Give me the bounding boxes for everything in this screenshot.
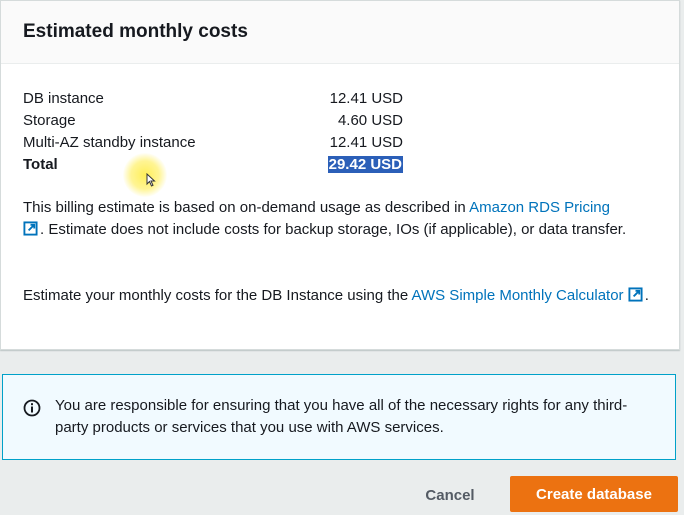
billing-estimate-note: This billing estimate is based on on-dem… [23, 197, 653, 241]
cost-row: Multi-AZ standby instance 12.41 USD [23, 131, 403, 153]
panel-title: Estimated monthly costs [23, 21, 248, 42]
billing-text-before: This billing estimate is based on on-dem… [23, 199, 470, 216]
cost-label-db-instance: DB instance [23, 89, 104, 107]
panel-header: Estimated monthly costs [1, 1, 679, 64]
cost-breakdown-table: DB instance 12.41 USD Storage 4.60 USD M… [23, 87, 403, 175]
cost-value-db-instance: 12.41 USD [329, 89, 403, 107]
total-value-selected[interactable]: 29.42 USD [327, 155, 403, 173]
cost-row: Storage 4.60 USD [23, 109, 403, 131]
total-row: Total 29.42 USD [23, 153, 403, 175]
cursor-highlight [123, 153, 167, 197]
cancel-button[interactable]: Cancel [410, 478, 490, 512]
calculator-text-after: . [644, 287, 649, 304]
billing-text-after: . Estimate does not include costs for ba… [40, 221, 627, 238]
amazon-rds-pricing-link[interactable]: Amazon RDS Pricing [469, 199, 610, 216]
cost-label-multi-az: Multi-AZ standby instance [23, 133, 196, 151]
calculator-note: Estimate your monthly costs for the DB I… [23, 285, 653, 307]
calculator-text-before: Estimate your monthly costs for the DB I… [23, 287, 412, 304]
external-link-icon[interactable] [23, 221, 38, 236]
estimated-costs-panel: Estimated monthly costs DB instance 12.4… [0, 0, 680, 350]
info-alert: You are responsible for ensuring that yo… [2, 374, 676, 460]
cost-value-multi-az: 12.41 USD [329, 133, 403, 151]
mouse-cursor-icon [146, 173, 156, 187]
create-database-button[interactable]: Create database [510, 476, 678, 512]
cost-value-storage: 4.60 USD [337, 111, 403, 129]
cost-label-storage: Storage [23, 111, 76, 129]
aws-simple-monthly-calculator-link[interactable]: AWS Simple Monthly Calculator [412, 287, 624, 304]
total-value-cell: 29.42 USD [303, 155, 403, 173]
cost-row: DB instance 12.41 USD [23, 87, 403, 109]
external-link-icon[interactable] [628, 287, 643, 302]
info-alert-text: You are responsible for ensuring that yo… [55, 397, 628, 436]
info-icon [23, 399, 41, 417]
